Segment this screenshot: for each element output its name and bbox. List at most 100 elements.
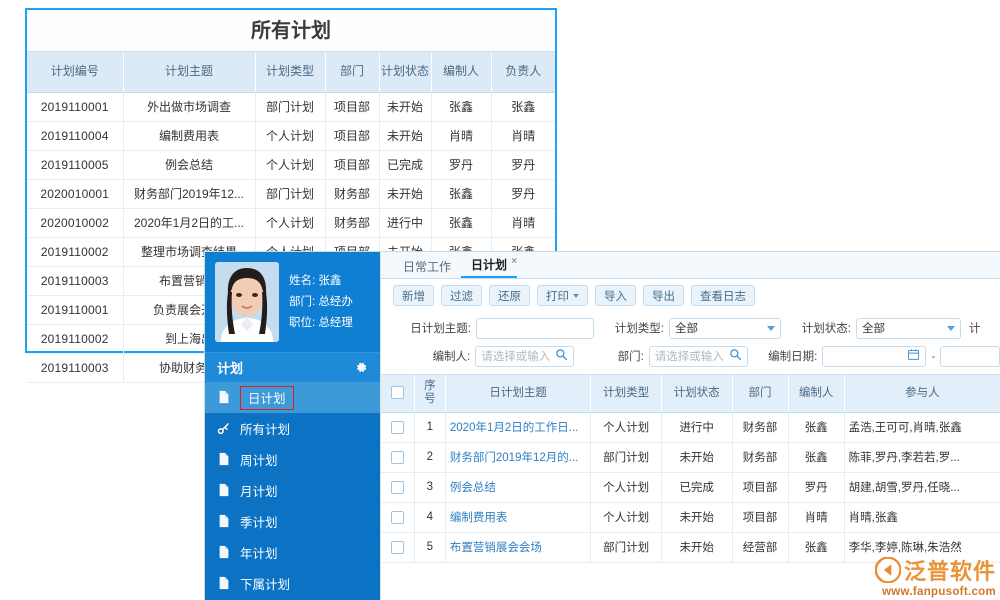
toolbar-button-7[interactable]: 查看日志 bbox=[691, 285, 755, 306]
cell-status: 未开始 bbox=[661, 532, 732, 562]
cell-author: 罗丹 bbox=[431, 150, 491, 179]
col-day-author[interactable]: 编制人 bbox=[788, 375, 844, 412]
cell-type: 个人计划 bbox=[591, 472, 662, 502]
sidebar-item-3[interactable]: 周计划 bbox=[205, 444, 380, 475]
row-checkbox[interactable] bbox=[391, 541, 404, 554]
col-day-type[interactable]: 计划类型 bbox=[591, 375, 662, 412]
gear-icon[interactable] bbox=[355, 361, 368, 374]
select-all-checkbox[interactable] bbox=[391, 386, 404, 399]
col-owner[interactable]: 负责人 bbox=[491, 52, 555, 92]
table-row[interactable]: 3例会总结个人计划已完成项目部罗丹胡建,胡雪,罗丹,任晓... bbox=[381, 472, 1000, 502]
label-extra-clipped: 计 bbox=[969, 320, 981, 336]
toolbar-button-3[interactable]: 还原 bbox=[489, 285, 530, 306]
cell-author: 张鑫 bbox=[431, 208, 491, 237]
toolbar-button-1[interactable]: 新增 bbox=[393, 285, 434, 306]
toolbar-button-2[interactable]: 过滤 bbox=[441, 285, 482, 306]
select-plan-status[interactable]: 全部 bbox=[856, 318, 961, 339]
sidebar-item-7[interactable]: 下属计划 bbox=[205, 568, 380, 599]
cell-status: 已完成 bbox=[379, 150, 431, 179]
close-icon[interactable]: × bbox=[511, 255, 517, 269]
table-row[interactable]: 12020年1月2日的工作日...个人计划进行中财务部张鑫孟浩,王可可,肖晴,张… bbox=[381, 412, 1000, 442]
sidebar-item-2[interactable]: 所有计划 bbox=[205, 413, 380, 444]
tab-day-plan-label: 日计划 bbox=[471, 258, 507, 272]
row-checkbox[interactable] bbox=[391, 511, 404, 524]
row-checkbox-cell[interactable] bbox=[381, 442, 414, 472]
col-day-dept[interactable]: 部门 bbox=[732, 375, 788, 412]
sidebar-item-6[interactable]: 年计划 bbox=[205, 537, 380, 568]
row-checkbox[interactable] bbox=[391, 451, 404, 464]
select-plan-type[interactable]: 全部 bbox=[669, 318, 781, 339]
cell-author: 肖晴 bbox=[788, 502, 844, 532]
sidebar-item-1[interactable]: 日计划 bbox=[205, 382, 380, 413]
row-checkbox-cell[interactable] bbox=[381, 502, 414, 532]
row-checkbox-cell[interactable] bbox=[381, 532, 414, 562]
table-row[interactable]: 4编制费用表个人计划未开始项目部肖晴肖晴,张鑫 bbox=[381, 502, 1000, 532]
col-day-status[interactable]: 计划状态 bbox=[661, 375, 732, 412]
calendar-icon[interactable] bbox=[907, 348, 920, 364]
cell-author: 罗丹 bbox=[788, 472, 844, 502]
toolbar-button-4[interactable]: 打印 bbox=[537, 285, 588, 306]
search-icon[interactable] bbox=[555, 348, 568, 364]
sidebar-item-5[interactable]: 季计划 bbox=[205, 506, 380, 537]
row-checkbox[interactable] bbox=[391, 421, 404, 434]
cell-participants: 陈菲,罗丹,李若若,罗... bbox=[844, 442, 1000, 472]
toolbar-button-6[interactable]: 导出 bbox=[643, 285, 684, 306]
cell-code: 2019110001 bbox=[27, 92, 123, 121]
cell-no: 3 bbox=[414, 472, 445, 502]
col-plan-subject[interactable]: 计划主题 bbox=[123, 52, 255, 92]
col-participants[interactable]: 参与人 bbox=[844, 375, 1000, 412]
search-input-author[interactable]: 请选择或输入 bbox=[475, 346, 574, 367]
col-plan-status[interactable]: 计划状态 bbox=[379, 52, 431, 92]
cell-participants: 胡建,胡雪,罗丹,任晓... bbox=[844, 472, 1000, 502]
cell-no: 5 bbox=[414, 532, 445, 562]
cell-type: 部门计划 bbox=[255, 92, 325, 121]
cell-type: 部门计划 bbox=[255, 179, 325, 208]
search-input-subject[interactable] bbox=[476, 318, 594, 339]
row-checkbox[interactable] bbox=[391, 481, 404, 494]
cell-subject[interactable]: 财务部门2019年12月的... bbox=[445, 442, 590, 472]
table-row[interactable]: 2财务部门2019年12月的...部门计划未开始财务部张鑫陈菲,罗丹,李若若,罗… bbox=[381, 442, 1000, 472]
cell-subject[interactable]: 编制费用表 bbox=[445, 502, 590, 532]
row-checkbox-cell[interactable] bbox=[381, 472, 414, 502]
cell-dept: 项目部 bbox=[325, 121, 379, 150]
cell-subject: 财务部门2019年12... bbox=[123, 179, 255, 208]
cell-subject[interactable]: 2020年1月2日的工作日... bbox=[445, 412, 590, 442]
table-row[interactable]: 20200100022020年1月2日的工...个人计划财务部进行中张鑫肖晴 bbox=[27, 208, 555, 237]
col-seq[interactable]: 序号 bbox=[414, 375, 445, 412]
table-row[interactable]: 2020010001财务部门2019年12...部门计划财务部未开始张鑫罗丹 bbox=[27, 179, 555, 208]
filter-row-2: 编制人: 请选择或输入 部门: 请选择或输入 编制日期: bbox=[393, 342, 1000, 370]
date-input-to[interactable] bbox=[940, 346, 1000, 367]
cell-author: 肖晴 bbox=[431, 121, 491, 150]
tab-daily-work[interactable]: 日常工作 bbox=[393, 260, 461, 278]
day-plan-table: 序号 日计划主题 计划类型 计划状态 部门 编制人 参与人 12020年1月2日… bbox=[381, 375, 1000, 563]
screen-root: 所有计划 计划编号 计划主题 计划类型 部门 计划状态 编制人 负责人 2019… bbox=[0, 0, 1000, 600]
search-icon[interactable] bbox=[729, 348, 742, 364]
tab-day-plan[interactable]: 日计划 × bbox=[461, 258, 517, 278]
cell-participants: 李华,李婷,陈琳,朱浩然 bbox=[844, 532, 1000, 562]
toolbar-button-5[interactable]: 导入 bbox=[595, 285, 636, 306]
cell-type: 个人计划 bbox=[591, 412, 662, 442]
sidebar-item-label: 下属计划 bbox=[240, 574, 290, 593]
col-plan-type[interactable]: 计划类型 bbox=[255, 52, 325, 92]
col-author[interactable]: 编制人 bbox=[431, 52, 491, 92]
cell-dept: 项目部 bbox=[732, 472, 788, 502]
table-row[interactable]: 2019110004编制费用表个人计划项目部未开始肖晴肖晴 bbox=[27, 121, 555, 150]
col-plan-code[interactable]: 计划编号 bbox=[27, 52, 123, 92]
sidebar-item-4[interactable]: 月计划 bbox=[205, 475, 380, 506]
document-icon bbox=[217, 452, 231, 467]
search-input-department[interactable]: 请选择或输入 bbox=[649, 346, 748, 367]
select-all-checkbox-cell[interactable] bbox=[381, 375, 414, 412]
cell-author: 张鑫 bbox=[431, 92, 491, 121]
toolbar-button-label: 查看日志 bbox=[700, 288, 746, 304]
table-row[interactable]: 2019110001外出做市场调查部门计划项目部未开始张鑫张鑫 bbox=[27, 92, 555, 121]
table-row[interactable]: 5布置营销展会会场部门计划未开始经营部张鑫李华,李婷,陈琳,朱浩然 bbox=[381, 532, 1000, 562]
sidebar: 姓名: 张鑫 部门: 总经办 职位: 总经理 计划 日计划所有计划周计划月计划季… bbox=[205, 252, 380, 600]
col-department[interactable]: 部门 bbox=[325, 52, 379, 92]
cell-subject[interactable]: 例会总结 bbox=[445, 472, 590, 502]
col-day-subject[interactable]: 日计划主题 bbox=[445, 375, 590, 412]
cell-subject[interactable]: 布置营销展会会场 bbox=[445, 532, 590, 562]
table-row[interactable]: 2019110005例会总结个人计划项目部已完成罗丹罗丹 bbox=[27, 150, 555, 179]
date-input-from[interactable] bbox=[822, 346, 926, 367]
table-header-row: 计划编号 计划主题 计划类型 部门 计划状态 编制人 负责人 bbox=[27, 52, 555, 92]
row-checkbox-cell[interactable] bbox=[381, 412, 414, 442]
